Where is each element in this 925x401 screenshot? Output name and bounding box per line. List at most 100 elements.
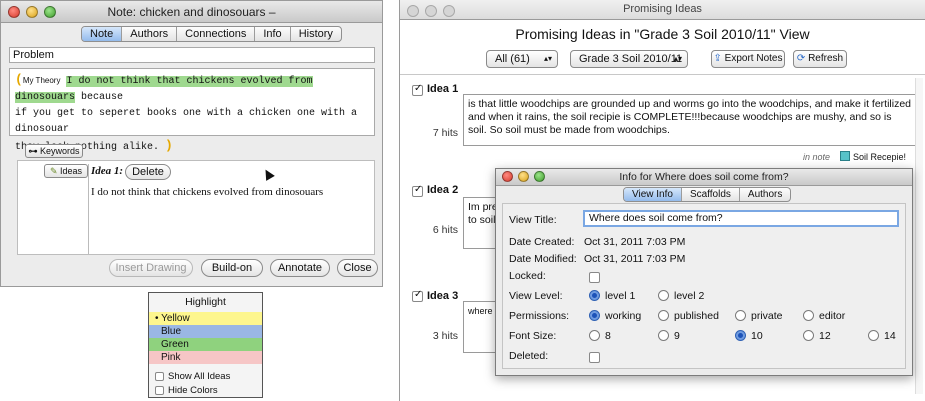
scaffold-end-icon[interactable]: ) xyxy=(165,138,173,153)
problem-field[interactable]: Problem xyxy=(9,47,375,63)
note-titlebar[interactable]: Note: chicken and dinosouars – xyxy=(1,1,382,23)
divider xyxy=(400,74,925,75)
delete-button[interactable]: Delete xyxy=(125,164,171,180)
permission-published-label: published xyxy=(674,310,719,322)
key-icon: ⊶ xyxy=(28,146,38,156)
font-size-8-radio[interactable] xyxy=(589,330,600,341)
checkmark-icon: ✓ xyxy=(414,83,423,94)
level-1-radio[interactable] xyxy=(589,290,600,301)
insert-drawing-button[interactable]: Insert Drawing xyxy=(109,259,193,277)
tab-authors[interactable]: Authors xyxy=(740,188,790,201)
level-2-label: level 2 xyxy=(674,290,705,302)
highlight-menu-title: Highlight xyxy=(185,296,226,308)
hide-colors-label: Hide Colors xyxy=(168,385,218,396)
tab-note[interactable]: Note xyxy=(82,27,123,41)
hide-colors-checkbox[interactable] xyxy=(155,386,164,395)
updown-icon: ▴▾ xyxy=(673,54,682,63)
tab-info[interactable]: Info xyxy=(255,27,291,41)
tab-connections[interactable]: Connections xyxy=(177,27,256,41)
note-window-title: Note: chicken and dinosouars – xyxy=(107,5,276,19)
font-size-14-radio[interactable] xyxy=(868,330,879,341)
idea-3-label: Idea 3 xyxy=(427,290,459,302)
view-title-label: View Title: xyxy=(509,214,557,226)
note-link[interactable]: Soil Recepie! xyxy=(853,152,906,162)
font-size-12-label: 12 xyxy=(819,330,831,342)
checkmark-icon: ✓ xyxy=(414,184,423,195)
deleted-label: Deleted: xyxy=(509,350,549,362)
permission-published-radio[interactable] xyxy=(658,310,669,321)
level-2-radio[interactable] xyxy=(658,290,669,301)
annotate-button[interactable]: Annotate xyxy=(270,259,330,277)
idea-area: Idea 1: Delete I do not think that chick… xyxy=(88,164,374,254)
scaffold-start-icon[interactable]: ( xyxy=(15,72,23,87)
info-titlebar[interactable]: Info for Where does soil come from? xyxy=(496,169,912,186)
note-tabs: Note Authors Connections Info History xyxy=(81,26,342,42)
ideas-titlebar[interactable]: Promising Ideas xyxy=(400,0,925,20)
idea-3-hits: 3 hits xyxy=(432,330,458,342)
permissions-label: Permissions: xyxy=(509,310,570,322)
keywords-button[interactable]: ⊶ Keywords xyxy=(25,144,83,158)
font-size-10-radio[interactable] xyxy=(735,330,746,341)
date-created-label: Date Created: xyxy=(509,236,575,248)
locked-checkbox[interactable] xyxy=(589,272,600,283)
tab-history[interactable]: History xyxy=(291,27,341,41)
font-size-9-label: 9 xyxy=(674,330,680,342)
selected-dot-icon: • xyxy=(155,313,159,324)
level-1-label: level 1 xyxy=(605,290,636,302)
highlight-option-green[interactable]: Green xyxy=(149,338,262,351)
close-button[interactable]: Close xyxy=(337,259,378,277)
font-size-12-radio[interactable] xyxy=(803,330,814,341)
note-window: Note: chicken and dinosouars – Note Auth… xyxy=(0,0,383,287)
export-notes-button[interactable]: ⇪ Export Notes xyxy=(711,50,785,68)
idea-1-checkbox[interactable]: ✓ xyxy=(412,83,423,96)
highlight-option-yellow[interactable]: • Yellow xyxy=(149,312,262,325)
idea-3-checkbox[interactable]: ✓ xyxy=(412,289,423,302)
refresh-icon: ⟳ xyxy=(796,53,806,64)
build-on-button[interactable]: Build-on xyxy=(201,259,263,277)
highlight-option-blue[interactable]: Blue xyxy=(149,325,262,338)
permission-editor-radio[interactable] xyxy=(803,310,814,321)
deleted-checkbox[interactable] xyxy=(589,352,600,363)
show-all-ideas-checkbox[interactable] xyxy=(155,372,164,381)
font-size-10-label: 10 xyxy=(751,330,763,342)
permission-editor-label: editor xyxy=(819,310,846,322)
note-body[interactable]: (My Theory I do not think that chickens … xyxy=(9,68,375,153)
idea-1-text[interactable]: is that little woodchips are grounded up… xyxy=(463,94,918,146)
highlight-option-pink[interactable]: Pink xyxy=(149,351,262,364)
date-modified-label: Date Modified: xyxy=(509,253,577,265)
tab-scaffolds[interactable]: Scaffolds xyxy=(682,188,740,201)
highlighted-text[interactable]: I do not think that chickens evolved fro… xyxy=(15,76,313,103)
tab-authors[interactable]: Authors xyxy=(122,27,178,41)
view-select[interactable]: Grade 3 Soil 2010/11 ▴▾ xyxy=(570,50,688,68)
scaffold-label: My Theory xyxy=(22,76,61,85)
note-text-1: because xyxy=(75,92,124,103)
in-note-label: in note xyxy=(803,152,831,162)
idea-2-checkbox[interactable]: ✓ xyxy=(412,184,423,197)
ideas-panel: ✎ Ideas Idea 1: Delete I do not think th… xyxy=(17,160,375,255)
checkmark-icon: ✓ xyxy=(414,289,423,300)
refresh-button[interactable]: ⟳ Refresh xyxy=(793,50,847,68)
info-tabs: View Info Scaffolds Authors xyxy=(623,187,792,202)
show-all-ideas-label: Show All Ideas xyxy=(168,371,231,382)
permission-working-label: working xyxy=(605,310,642,322)
font-size-9-radio[interactable] xyxy=(658,330,669,341)
idea-text[interactable]: I do not think that chickens evolved fro… xyxy=(91,186,323,198)
tab-view-info[interactable]: View Info xyxy=(624,188,682,201)
view-level-label: View Level: xyxy=(509,290,563,302)
view-title-input[interactable]: Where does soil come from? xyxy=(583,210,899,227)
ideas-window-title: Promising Ideas xyxy=(623,3,702,15)
info-dialog-title: Info for Where does soil come from? xyxy=(619,171,789,183)
export-icon: ⇪ xyxy=(713,53,722,64)
ideas-button[interactable]: ✎ Ideas xyxy=(44,164,88,178)
idea-2-hits: 6 hits xyxy=(432,224,458,236)
font-size-8-label: 8 xyxy=(605,330,611,342)
note-icon xyxy=(840,151,850,161)
permission-private-radio[interactable] xyxy=(735,310,746,321)
scrollbar[interactable] xyxy=(915,78,923,394)
permission-private-label: private xyxy=(751,310,783,322)
info-dialog: Info for Where does soil come from? View… xyxy=(495,168,913,376)
updown-icon: ▴▾ xyxy=(543,54,552,63)
permission-working-radio[interactable] xyxy=(589,310,600,321)
idea-1-label: Idea 1 xyxy=(427,83,459,95)
filter-select[interactable]: All (61) ▴▾ xyxy=(486,50,558,68)
